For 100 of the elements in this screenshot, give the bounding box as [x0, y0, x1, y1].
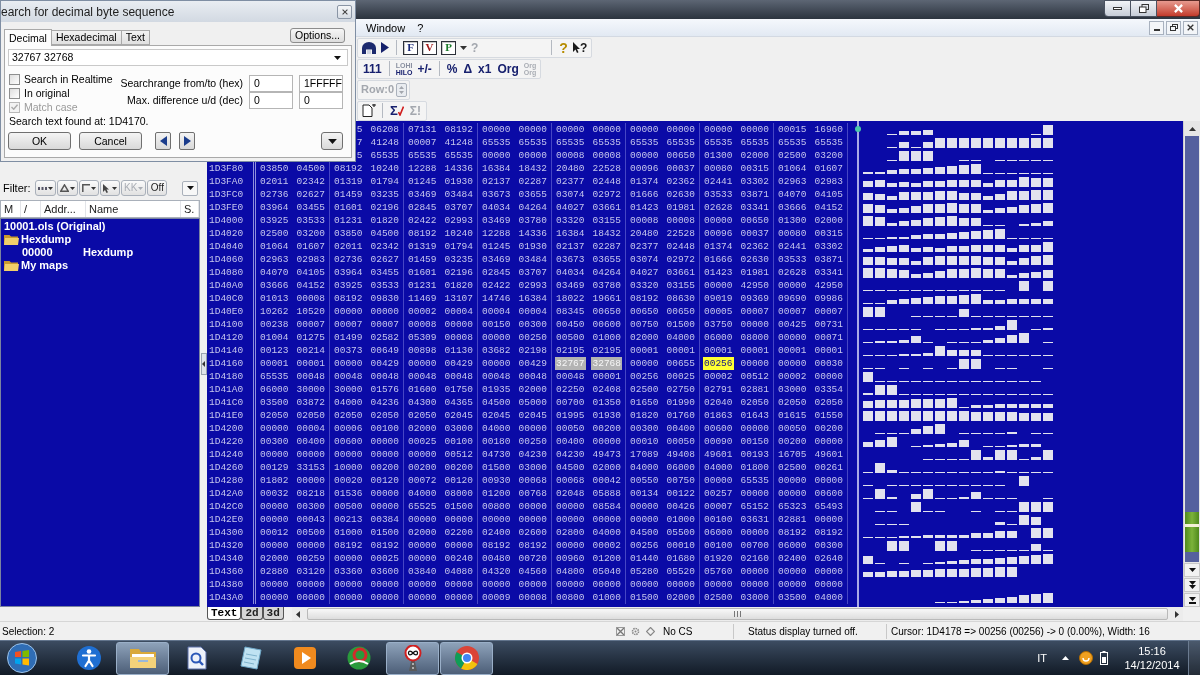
- minimize-button[interactable]: [1104, 0, 1131, 17]
- hex-value: 65535: [481, 136, 512, 149]
- column-header[interactable]: /: [24, 203, 28, 215]
- previous-button[interactable]: [155, 132, 171, 150]
- tree-item[interactable]: My maps: [21, 259, 69, 272]
- hex-value: 02137: [555, 240, 586, 253]
- toolbar-button[interactable]: [360, 39, 378, 56]
- show-desktop-button[interactable]: [1188, 641, 1200, 675]
- scroll-down-button[interactable]: [1184, 563, 1200, 577]
- search-combo[interactable]: 32767 32768: [8, 49, 348, 66]
- hex-value: 00373: [333, 344, 364, 357]
- hex-value: 00004: [517, 305, 548, 318]
- toolbar-button[interactable]: +/-: [414, 60, 435, 77]
- checkbox-label[interactable]: In original: [24, 87, 70, 99]
- hex-value: 01536: [333, 487, 364, 500]
- close-button[interactable]: [337, 4, 352, 19]
- options-button[interactable]: Options...: [290, 28, 345, 43]
- hex-value: 00000: [407, 448, 438, 461]
- map-address[interactable]: 00000: [22, 246, 83, 259]
- dialog-button[interactable]: OK: [8, 132, 71, 150]
- hex-value: 01981: [739, 266, 770, 279]
- filter-button[interactable]: [79, 180, 99, 196]
- hex-value: 00650: [665, 305, 696, 318]
- taskbar-button[interactable]: [440, 641, 493, 675]
- column-header[interactable]: Addr...: [44, 203, 76, 215]
- hex-value: 00000: [629, 123, 660, 136]
- language-indicator[interactable]: IT: [1037, 649, 1047, 667]
- scroll-to-end-button[interactable]: [1184, 593, 1200, 607]
- letter-button[interactable]: F: [403, 40, 418, 55]
- hex-value: 02500: [777, 461, 808, 474]
- hex-value: 00000: [739, 318, 770, 331]
- dialog-button[interactable]: Cancel: [79, 132, 142, 150]
- checkbox[interactable]: [9, 73, 20, 85]
- restore-button[interactable]: [1166, 20, 1181, 35]
- collapse-handle[interactable]: [200, 353, 207, 375]
- column-header[interactable]: M: [4, 203, 14, 215]
- toolbar-button[interactable]: Δ: [460, 60, 476, 77]
- hex-value: 00315: [813, 227, 844, 240]
- sheet-tab[interactable]: Text: [207, 607, 242, 620]
- checkbox[interactable]: [9, 87, 20, 99]
- sheet-tab[interactable]: 3d: [262, 607, 284, 620]
- text-field[interactable]: 0: [299, 92, 343, 109]
- text-field[interactable]: 0: [249, 92, 293, 109]
- column-header[interactable]: Name: [89, 203, 119, 215]
- tree-item[interactable]: 10001.ols (Original): [4, 220, 106, 233]
- hex-value: 01760: [665, 409, 696, 422]
- context-help-button[interactable]: ?: [570, 39, 590, 56]
- menu-item[interactable]: Window: [365, 20, 407, 35]
- page-down-button[interactable]: [1184, 578, 1200, 592]
- hex-value: 16960: [813, 123, 844, 136]
- restore-button[interactable]: [1131, 0, 1157, 17]
- column-header[interactable]: S.: [184, 203, 195, 215]
- letter-button[interactable]: P: [441, 40, 456, 55]
- text-field[interactable]: 0: [249, 75, 293, 92]
- hex-value: 03469: [407, 188, 438, 201]
- filter-button[interactable]: [35, 180, 56, 196]
- tree-item[interactable]: Hexdump: [21, 233, 72, 246]
- toolbar-button[interactable]: Org: [494, 60, 522, 77]
- toolbar-button[interactable]: [378, 39, 392, 56]
- map-name[interactable]: Hexdump: [83, 246, 134, 259]
- hex-value: 65535: [665, 136, 696, 149]
- hex-value: 11469: [407, 292, 438, 305]
- hex-value: 02600: [517, 526, 548, 539]
- letter-button[interactable]: V: [422, 40, 437, 55]
- dropdown-button[interactable]: [182, 180, 198, 196]
- dropdown-button[interactable]: [321, 132, 343, 150]
- checkbox-label[interactable]: Search in Realtime: [24, 73, 113, 85]
- clock[interactable]: 15:16 14/12/2014: [1122, 644, 1182, 672]
- dialog-tab[interactable]: Hexadecimal: [50, 30, 122, 45]
- taskbar-button[interactable]: [386, 641, 439, 675]
- toolbar-button[interactable]: [360, 102, 378, 119]
- toolbar-button[interactable]: %: [443, 60, 461, 77]
- scrollbar-thumb[interactable]: [1185, 512, 1199, 552]
- toolbar-button[interactable]: 111: [360, 60, 385, 77]
- hex-value: 02195: [591, 344, 622, 357]
- close-button[interactable]: [1183, 20, 1198, 35]
- menu-item[interactable]: ?: [416, 20, 425, 35]
- filter-button[interactable]: [57, 180, 78, 196]
- hex-value: 12288: [481, 227, 512, 240]
- text-field[interactable]: 1FFFFF: [299, 75, 343, 92]
- sheet-tab[interactable]: 2d: [241, 607, 263, 620]
- taskbar-button[interactable]: [116, 641, 169, 675]
- toolbar-button[interactable]: Σ: [387, 102, 407, 119]
- dialog-tab[interactable]: Text: [120, 30, 150, 45]
- hex-value: 00020: [333, 474, 364, 487]
- filter-button[interactable]: [100, 180, 120, 196]
- double-down-arrow-icon: [1188, 581, 1196, 589]
- hex-value: 00025: [407, 435, 438, 448]
- hex-value: 02736: [333, 253, 364, 266]
- close-button[interactable]: [1157, 0, 1200, 17]
- scrollbar-thumb[interactable]: [306, 608, 1168, 620]
- toolbar-button[interactable]: x1: [475, 60, 495, 77]
- next-button[interactable]: [179, 132, 195, 150]
- hex-value: 01576: [369, 383, 400, 396]
- filter-button[interactable]: Off: [147, 180, 168, 196]
- hex-value: 00655: [665, 357, 696, 370]
- hex-value: 00000: [813, 435, 844, 448]
- minimize-button[interactable]: [1149, 20, 1164, 35]
- dialog-tab[interactable]: Decimal: [4, 29, 52, 46]
- hex-value: 00000: [259, 539, 290, 552]
